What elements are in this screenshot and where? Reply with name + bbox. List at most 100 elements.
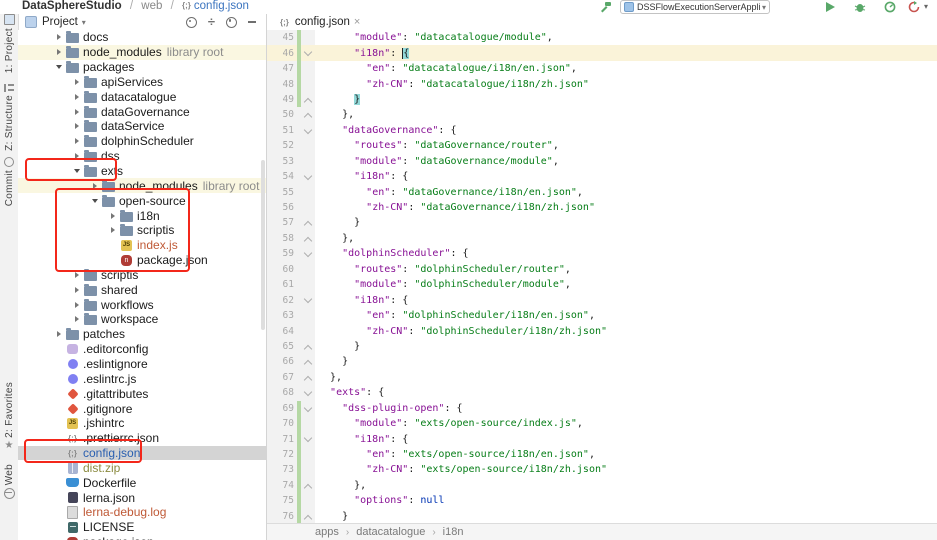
tree-toggle-chevron-icon[interactable]: [70, 153, 83, 159]
tree-toggle-chevron-icon[interactable]: [70, 169, 83, 173]
tree-toggle-chevron-icon[interactable]: [70, 79, 83, 85]
tree-item[interactable]: exts: [18, 164, 266, 179]
locate-file-icon[interactable]: [186, 17, 197, 28]
tree-toggle-chevron-icon[interactable]: [70, 123, 83, 129]
tree-toggle-chevron-icon[interactable]: [88, 183, 101, 189]
tree-item[interactable]: lerna-debug.log: [18, 505, 266, 520]
fold-up-icon[interactable]: [301, 354, 314, 369]
tree-item[interactable]: LICENSE: [18, 520, 266, 535]
stripe-button-structure[interactable]: Z: Structure: [0, 84, 18, 151]
more-run-actions-chevron-icon[interactable]: ▾: [924, 1, 937, 13]
tree-toggle-chevron-icon[interactable]: [88, 199, 101, 203]
tree-item[interactable]: package.json: [18, 535, 266, 540]
chevron-down-icon[interactable]: ▾: [82, 18, 86, 27]
run-with-coverage-button[interactable]: [908, 1, 921, 13]
tree-toggle-chevron-icon[interactable]: [70, 94, 83, 100]
tree-toggle-chevron-icon[interactable]: [52, 49, 65, 55]
tree-item[interactable]: index.js: [18, 238, 266, 253]
project-panel-title[interactable]: Project: [42, 16, 78, 28]
tree-toggle-chevron-icon[interactable]: [70, 138, 83, 144]
code-text[interactable]: },: [315, 107, 354, 122]
breadcrumb-file[interactable]: config.json: [194, 0, 249, 12]
build-hammer-icon[interactable]: [599, 1, 612, 13]
breadcrumb-folder[interactable]: web: [141, 0, 162, 12]
tree-item[interactable]: datacatalogue: [18, 89, 266, 104]
tree-item[interactable]: packages: [18, 60, 266, 75]
code-text[interactable]: "exts": {: [315, 385, 384, 400]
tree-item[interactable]: .prettierrc.json: [18, 431, 266, 446]
breadcrumb-item-datacatalogue[interactable]: datacatalogue: [356, 526, 425, 538]
code-text[interactable]: "zh-CN": "dolphinScheduler/i18n/zh.json": [315, 323, 607, 338]
code-text[interactable]: "module": "dataGovernance/module",: [315, 154, 559, 169]
tree-item[interactable]: open-source: [18, 193, 266, 208]
code-text[interactable]: "module": "datacatalogue/module",: [315, 30, 553, 45]
code-text[interactable]: "dss-plugin-open": {: [315, 401, 463, 416]
close-icon[interactable]: ×: [354, 16, 360, 28]
breadcrumb-item-i18n[interactable]: i18n: [443, 526, 464, 538]
code-text[interactable]: "dataGovernance": {: [315, 123, 456, 138]
code-text[interactable]: }: [315, 92, 360, 107]
stripe-button-favorites[interactable]: 2: Favorites ★: [0, 382, 18, 451]
tree-toggle-chevron-icon[interactable]: [52, 34, 65, 40]
tree-scrollbar[interactable]: [261, 160, 265, 330]
tree-item[interactable]: workflows: [18, 297, 266, 312]
stripe-button-web[interactable]: Web: [0, 464, 18, 499]
code-text[interactable]: "zh-CN": "datacatalogue/i18n/zh.json": [315, 76, 589, 91]
tree-toggle-chevron-icon[interactable]: [52, 65, 65, 69]
tree-item[interactable]: workspace: [18, 312, 266, 327]
code-text[interactable]: "i18n": {: [315, 169, 408, 184]
code-text[interactable]: "routes": "dataGovernance/router",: [315, 138, 559, 153]
code-text[interactable]: }: [315, 354, 348, 369]
code-text[interactable]: "i18n": {: [315, 431, 408, 446]
fold-up-icon[interactable]: [301, 339, 314, 354]
tree-item[interactable]: dist.zip: [18, 460, 266, 475]
code-text[interactable]: "en": "dolphinScheduler/i18n/en.json",: [315, 308, 595, 323]
code-text[interactable]: "i18n": {: [315, 292, 408, 307]
fold-down-icon[interactable]: [301, 123, 314, 138]
code-text[interactable]: "en": "datacatalogue/i18n/en.json",: [315, 61, 577, 76]
code-text[interactable]: }: [315, 509, 348, 524]
tree-item[interactable]: patches: [18, 327, 266, 342]
fold-up-icon[interactable]: [301, 107, 314, 122]
tree-item[interactable]: node_moduleslibrary root: [18, 45, 266, 60]
tree-item[interactable]: package.json: [18, 253, 266, 268]
fold-down-icon[interactable]: [301, 169, 314, 184]
tree-item[interactable]: dataGovernance: [18, 104, 266, 119]
tree-toggle-chevron-icon[interactable]: [52, 331, 65, 337]
stripe-button-commit[interactable]: Commit: [0, 157, 18, 206]
tree-item[interactable]: scriptis: [18, 223, 266, 238]
tree-item[interactable]: .gitignore: [18, 401, 266, 416]
tree-item[interactable]: .jshintrc: [18, 416, 266, 431]
code-text[interactable]: "i18n": {: [315, 45, 409, 60]
run-button[interactable]: [824, 1, 837, 13]
tree-toggle-chevron-icon[interactable]: [70, 109, 83, 115]
fold-up-icon[interactable]: [301, 509, 314, 524]
tree-item[interactable]: docs: [18, 30, 266, 45]
code-text[interactable]: },: [315, 478, 366, 493]
tree-toggle-chevron-icon[interactable]: [106, 213, 119, 219]
tree-toggle-chevron-icon[interactable]: [70, 316, 83, 322]
fold-down-icon[interactable]: [301, 401, 314, 416]
tree-item[interactable]: scriptis: [18, 268, 266, 283]
fold-up-icon[interactable]: [301, 231, 314, 246]
code-text[interactable]: "zh-CN": "exts/open-source/i18n/zh.json": [315, 462, 607, 477]
code-text[interactable]: "en": "dataGovernance/i18n/en.json",: [315, 184, 583, 199]
tree-item[interactable]: dss: [18, 149, 266, 164]
code-text[interactable]: "module": "exts/open-source/index.js",: [315, 416, 583, 431]
tree-item[interactable]: dolphinScheduler: [18, 134, 266, 149]
code-text[interactable]: "en": "exts/open-source/i18n/en.json",: [315, 447, 595, 462]
fold-down-icon[interactable]: [301, 45, 314, 60]
code-text[interactable]: "dolphinScheduler": {: [315, 246, 469, 261]
tree-item[interactable]: .gitattributes: [18, 386, 266, 401]
tree-toggle-chevron-icon[interactable]: [70, 302, 83, 308]
tree-toggle-chevron-icon[interactable]: [70, 287, 83, 293]
code-text[interactable]: "options": null: [315, 493, 444, 508]
breadcrumb-item-apps[interactable]: apps: [315, 526, 339, 538]
tree-item[interactable]: .editorconfig: [18, 342, 266, 357]
hide-panel-icon[interactable]: [248, 21, 256, 23]
code-text[interactable]: }: [315, 339, 360, 354]
fold-up-icon[interactable]: [301, 92, 314, 107]
tree-item[interactable]: dataService: [18, 119, 266, 134]
tree-item[interactable]: Dockerfile: [18, 475, 266, 490]
fold-down-icon[interactable]: [301, 385, 314, 400]
